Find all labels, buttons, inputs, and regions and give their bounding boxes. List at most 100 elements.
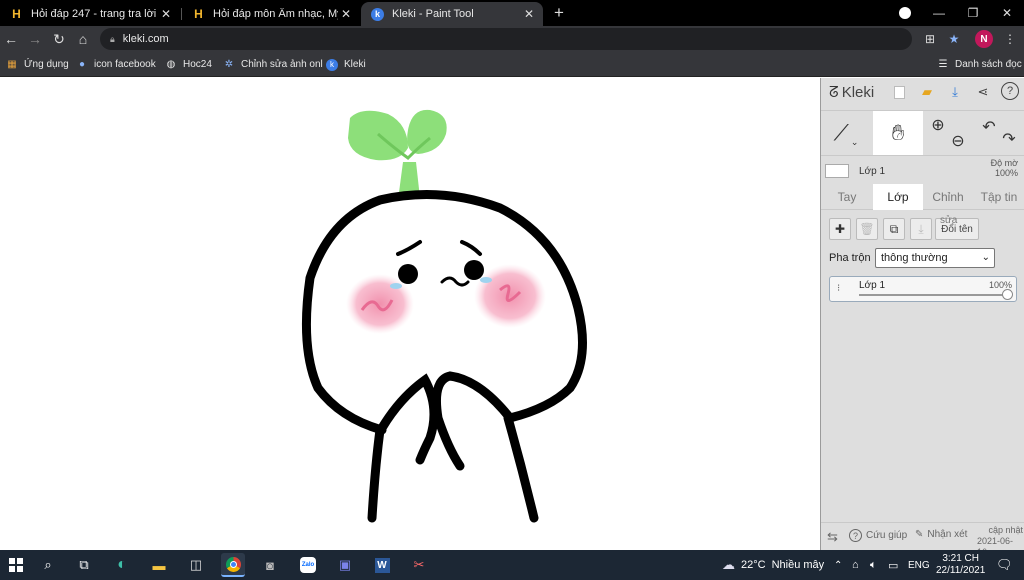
tray-chevron-icon[interactable]: ⌃ (834, 550, 842, 580)
layer-thumbnail (825, 164, 849, 178)
layer-list-item[interactable]: ⁝ Lớp 1 100% (829, 276, 1017, 302)
tab-file[interactable]: Tập tin (973, 184, 1024, 210)
chrome-icon[interactable] (221, 553, 245, 577)
clock-date: 22/11/2021 (936, 565, 986, 576)
right-blush (474, 264, 546, 328)
blend-mode-select[interactable]: thông thường ⌄ (875, 248, 995, 268)
translate-icon[interactable]: ⊞ (921, 30, 939, 48)
word-icon[interactable]: W (370, 553, 394, 577)
zalo-icon[interactable]: Zalo (296, 553, 320, 577)
profile-avatar[interactable]: N (975, 30, 993, 48)
tab-title: Hỏi đáp 247 - trang tra lời (31, 8, 157, 20)
duplicate-layer-button[interactable]: ⧉ (883, 218, 905, 240)
task-view-icon[interactable]: ⧉ (72, 553, 96, 577)
snip-sketch-icon[interactable]: ✂ (407, 553, 431, 577)
new-file-icon[interactable] (889, 82, 909, 102)
opacity-label: Độ mờ (990, 158, 1018, 168)
volume-icon[interactable]: 🔈︎ (870, 550, 877, 580)
camera-icon[interactable]: ◙ (258, 553, 282, 577)
bookmark-star-icon[interactable]: ★ (945, 30, 963, 48)
address-bar[interactable]: 🔒︎ kleki.com (100, 28, 912, 50)
media-control-icon[interactable] (888, 0, 922, 26)
notification-icon[interactable]: 🗨︎ (996, 550, 1013, 580)
current-layer-name: Lớp 1 (859, 165, 886, 177)
browser-tab-3[interactable]: k Kleki - Paint Tool ✕ (361, 2, 543, 26)
kleki-logo[interactable]: ᘔ Kleki (829, 84, 874, 101)
brush-tool-icon[interactable]: ⟋ ⌄ (821, 111, 871, 155)
pencil-icon: ✎ (915, 529, 924, 540)
network-icon[interactable]: ⌂ (852, 550, 859, 580)
drawing-canvas[interactable] (0, 78, 820, 550)
weather-widget[interactable]: ☁ 22°C Nhiều mây (722, 550, 824, 580)
left-body-line (367, 425, 385, 523)
clock[interactable]: 3:21 CH 22/11/2021 (936, 550, 985, 580)
close-tab-icon[interactable]: ✕ (158, 7, 174, 21)
edge-icon[interactable]: ◐ (110, 553, 134, 577)
opacity-value: 100% (994, 168, 1018, 178)
close-tab-icon[interactable]: ✕ (521, 7, 537, 21)
kleki-icon: k (371, 7, 384, 21)
file-explorer-icon[interactable]: ▬ (147, 553, 171, 577)
bookmark-kleki[interactable]: k Kleki (326, 56, 366, 73)
browser-tab-strip: H Hỏi đáp 247 - trang tra lời ✕ H Hỏi đá… (0, 0, 1024, 26)
bookmark-site-icon: ● (78, 59, 86, 70)
minimize-icon[interactable]: — (922, 0, 956, 26)
bookmark-apps[interactable]: ▦ Ứng dụng (6, 56, 69, 73)
help-icon[interactable]: ? (1001, 82, 1019, 100)
search-icon[interactable]: ⌕ (36, 553, 60, 577)
teams-icon[interactable]: ▣ (333, 553, 357, 577)
browser-tab-1[interactable]: H Hỏi đáp 247 - trang tra lời ✕ (0, 2, 180, 26)
tab-layers[interactable]: Lớp (873, 184, 923, 210)
chevron-down-icon: ⌄ (981, 252, 990, 263)
restore-icon[interactable]: ❐ (956, 0, 990, 26)
language-indicator[interactable]: ENG (908, 550, 930, 580)
merge-down-button[interactable]: ⤓ (910, 218, 932, 240)
undo-icon[interactable]: ↶ (979, 105, 999, 149)
reading-list-label: Danh sách đọc (955, 59, 1022, 70)
right-hand (432, 371, 515, 471)
chevron-down-icon[interactable]: ⌄ (851, 137, 859, 148)
windows-start-icon[interactable] (4, 553, 28, 577)
layer-opacity-track[interactable] (859, 294, 1007, 296)
bookmark-hoc24[interactable]: ◍ Hoc24 (165, 56, 212, 73)
layer-opacity-slider-knob[interactable] (1001, 289, 1013, 300)
add-layer-button[interactable]: ✚ (829, 218, 851, 240)
rename-layer-button[interactable]: sửa Đổi tên (935, 215, 979, 240)
bookmark-icon-facebook[interactable]: ● icon facebook (76, 56, 156, 73)
forward-arrow-icon[interactable]: → (24, 29, 46, 49)
share-icon[interactable]: ⋖ (973, 82, 993, 102)
swap-sides-icon[interactable]: ⇆ (827, 529, 838, 545)
feedback-label: Nhận xét (927, 529, 968, 540)
delete-layer-button[interactable]: 🗑︎ (856, 218, 878, 240)
battery-icon[interactable]: ▭ (888, 550, 898, 580)
zoom-out-icon[interactable]: ⊖ (947, 119, 969, 163)
tab-edit[interactable]: Chỉnh (923, 184, 973, 210)
store-icon[interactable]: ◫ (184, 553, 208, 577)
reload-icon[interactable]: ↻ (48, 29, 70, 49)
bookmark-label: Ứng dụng (24, 59, 69, 70)
close-tab-icon[interactable]: ✕ (338, 7, 354, 21)
plus-icon: ✚ (834, 222, 846, 236)
tab-title: Kleki - Paint Tool (392, 8, 474, 20)
sidebar-footer: ⇆ ? Cứu giúp ✎ Nhận xét cập nhật 2021-06… (821, 522, 1024, 557)
browser-tab-2[interactable]: H Hỏi đáp môn Âm nhạc, Mỹ thuật ✕ (182, 2, 360, 26)
home-icon[interactable]: ⌂ (72, 29, 94, 49)
hand-tool-icon[interactable]: ✋︎ (873, 111, 923, 155)
clock-time: 3:21 CH (942, 553, 979, 564)
sprout-leaf-right (407, 109, 447, 154)
redo-icon[interactable]: ↷ (999, 117, 1019, 161)
kleki-logo-icon: ᘔ (829, 84, 839, 101)
zoom-in-icon[interactable]: ⊕ (927, 103, 949, 147)
bookmarks-bar: ▦ Ứng dụng ● icon facebook ◍ Hoc24 ✲ Chỉ… (0, 52, 1024, 77)
feedback-button[interactable]: ✎ Nhận xét (915, 529, 967, 540)
menu-dots-icon[interactable]: ⋮ (1001, 30, 1019, 48)
close-window-icon[interactable]: ✕ (990, 0, 1024, 26)
reading-list[interactable]: ☰ Danh sách đọc (937, 56, 1022, 73)
bookmark-photo-editor[interactable]: ✲ Chỉnh sửa ảnh onl (223, 56, 323, 73)
new-tab-button[interactable]: + (542, 0, 576, 26)
help-button[interactable]: ? Cứu giúp (849, 529, 907, 542)
back-arrow-icon[interactable]: ← (0, 29, 22, 49)
tab-brush[interactable]: Tay (821, 184, 873, 210)
open-folder-icon[interactable]: ▰ (917, 82, 937, 102)
download-icon[interactable]: ⤓ (945, 82, 965, 102)
